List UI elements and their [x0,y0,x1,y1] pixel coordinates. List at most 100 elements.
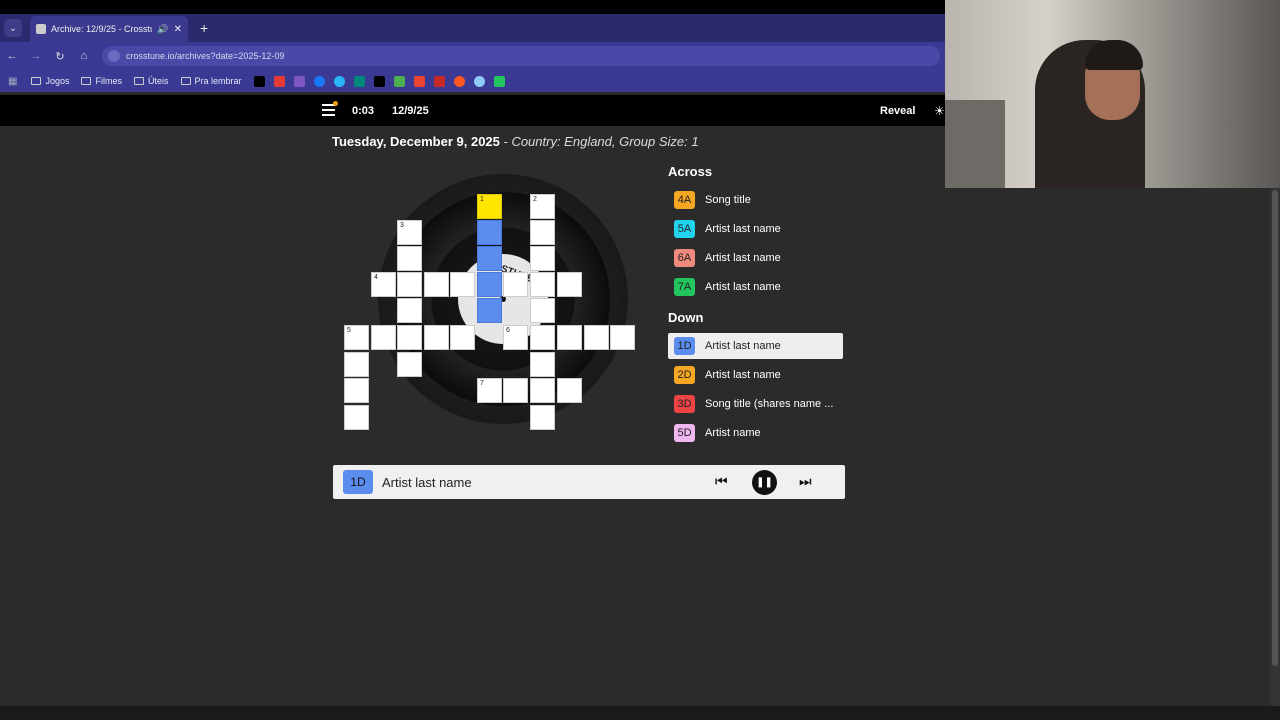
grid-cell-4a-8[interactable] [557,272,582,297]
grid-cell-4a-4[interactable] [450,272,475,297]
tab-title: Archive: 12/9/25 - Crosstun [51,24,153,34]
bookmark-folder-jogos[interactable]: Jogos [31,76,69,86]
clue-4a[interactable]: 4A Song title [668,187,843,213]
bookmark-folder-filmes[interactable]: Filmes [81,76,122,86]
grid-cell-2d-3[interactable] [530,246,555,271]
clue-1d[interactable]: 1D Artist last name [668,333,843,359]
folder-icon [31,77,42,85]
apps-grid-icon[interactable]: ▦ [8,76,17,87]
tab-search-icon[interactable]: ⌄ [4,19,22,37]
grid-cell-2d-2[interactable] [530,220,555,245]
clue-badge: 1D [674,337,695,355]
grid-cell-6a-3[interactable] [557,325,582,350]
grid-cell-7a-3[interactable] [530,378,555,403]
grid-cell-1d-1[interactable]: 1 [477,194,502,219]
url-text: crosstune.io/archives?date=2025-12-09 [126,51,285,61]
bookmark-globe-icon[interactable] [473,75,485,87]
bookmark-folder-pra-lembrar[interactable]: Pra lembrar [180,76,242,86]
grid-cell-2d-9[interactable] [530,405,555,430]
grid-cell-3d-4[interactable] [397,298,422,323]
grid-cell-3d-1[interactable]: 3 [397,220,422,245]
speaker-icon[interactable]: 🔊 [157,24,168,35]
clue-6a[interactable]: 6A Artist last name [668,245,843,271]
grid-cell-5a-1[interactable]: 5 [344,325,369,350]
bookmark-edge-icon[interactable] [333,75,345,87]
webcam-chair [945,100,1005,188]
scrollbar-thumb[interactable] [1272,190,1278,666]
next-clue-icon[interactable]: ⏭ [799,473,812,490]
grid-cell-5a-3[interactable] [397,325,422,350]
bookmark-gmail-icon[interactable] [413,75,425,87]
grid-cell-7a-1[interactable]: 7 [477,378,502,403]
clue-text: Artist last name [705,369,781,381]
site-info-icon[interactable] [108,50,120,62]
url-field[interactable]: crosstune.io/archives?date=2025-12-09 [102,46,940,66]
clue-badge: 5D [674,424,695,442]
grid-cell-2d-1[interactable]: 2 [530,194,555,219]
bookmark-reddit-icon[interactable] [453,75,465,87]
clue-5d[interactable]: 5D Artist name [668,420,843,446]
grid-cell-5a-4[interactable] [424,325,449,350]
clue-2d[interactable]: 2D Artist last name [668,362,843,388]
clue-badge: 3D [674,395,695,413]
grid-cell-1d-4[interactable] [477,272,502,297]
grid-cell-4a-3[interactable] [424,272,449,297]
grid-cell-7a-4[interactable] [557,378,582,403]
grid-cell-1d-3[interactable] [477,246,502,271]
grid-cell-5d-2[interactable] [344,352,369,377]
new-tab-icon[interactable]: + [200,20,208,36]
webcam-hair [1085,40,1143,70]
clue-7a[interactable]: 7A Artist last name [668,274,843,300]
grid-cell-2d-5[interactable] [530,298,555,323]
pause-icon[interactable]: ❚❚ [752,470,777,495]
bookmark-folder-uteis[interactable]: Úteis [133,76,169,86]
grid-cell-7a-2[interactable] [503,378,528,403]
bookmark-tiktok-icon[interactable] [373,75,385,87]
folder-icon [133,77,144,85]
grid-cell-6a-2[interactable] [530,325,555,350]
grid-cell-1d-2[interactable] [477,220,502,245]
grid-cell-6a-5[interactable] [610,325,635,350]
menu-icon[interactable] [322,101,338,116]
home-icon[interactable]: ⌂ [72,50,96,62]
grid-cell-1d-5[interactable] [477,298,502,323]
notification-dot [333,101,338,106]
clue-badge: 5A [674,220,695,238]
bookmark-twitch-icon[interactable] [293,75,305,87]
close-tab-icon[interactable]: ✕ [174,24,182,35]
timer: 0:03 [352,105,375,117]
bookmark-facebook-icon[interactable] [313,75,325,87]
browser-tab[interactable]: Archive: 12/9/25 - Crosstun 🔊 ✕ [30,16,188,42]
grid-cell-4a-7[interactable] [530,272,555,297]
clue-player-bar: 1D Artist last name ⏮ ❚❚ ⏭ [333,465,845,499]
clue-5a[interactable]: 5A Artist last name [668,216,843,242]
grid-cell-4a-2[interactable] [397,272,422,297]
back-icon[interactable]: ← [0,50,24,62]
grid-cell-5d-4[interactable] [344,405,369,430]
bookmark-kick-icon[interactable] [493,75,505,87]
grid-cell-3d-6[interactable] [397,352,422,377]
previous-clue-icon[interactable]: ⏮ [715,473,728,490]
forward-icon[interactable]: → [24,50,48,62]
bookmark-youtube-icon[interactable] [273,75,285,87]
grid-cell-2d-7[interactable] [530,352,555,377]
bookmark-netflix-icon[interactable] [433,75,445,87]
reveal-button[interactable]: Reveal [880,105,915,117]
bookmark-app-icon[interactable] [353,75,365,87]
bookmark-x-icon[interactable] [253,75,265,87]
grid-cell-4a-6[interactable] [503,272,528,297]
puzzle-date: Tuesday, December 9, 2025 [332,134,500,149]
grid-cell-5a-2[interactable] [371,325,396,350]
theme-toggle-icon[interactable]: ☀ [934,104,945,118]
current-clue-badge: 1D [343,470,373,494]
clue-3d[interactable]: 3D Song title (shares name ... [668,391,843,417]
grid-cell-5d-3[interactable] [344,378,369,403]
bookmark-drive-icon[interactable] [393,75,405,87]
grid-cell-6a-4[interactable] [584,325,609,350]
grid-cell-5a-5[interactable] [450,325,475,350]
grid-cell-4a-1[interactable]: 4 [371,272,396,297]
clue-text: Artist name [705,427,761,439]
grid-cell-3d-2[interactable] [397,246,422,271]
reload-icon[interactable]: ↻ [48,50,72,63]
grid-cell-6a-1[interactable]: 6 [503,325,528,350]
